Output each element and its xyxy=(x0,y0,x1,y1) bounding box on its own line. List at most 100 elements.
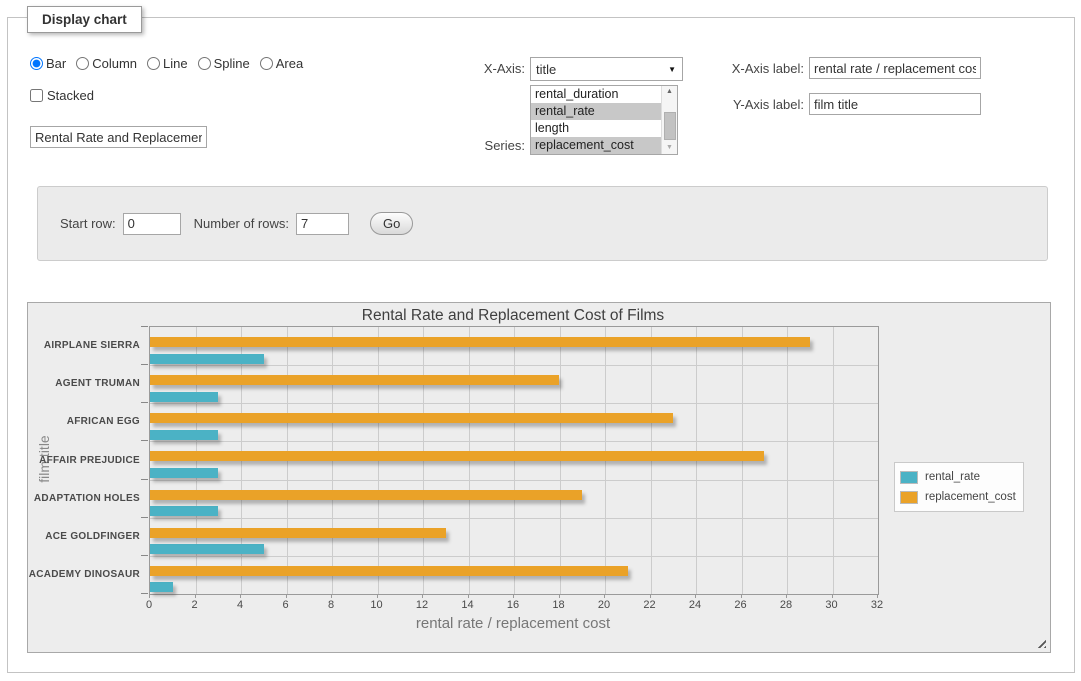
series-option-length[interactable]: length xyxy=(531,120,661,137)
chart-legend: rental_rate replacement_cost xyxy=(894,462,1024,512)
bar-replacement_cost xyxy=(150,566,628,576)
chart-type-label: Area xyxy=(276,56,303,71)
start-row-label: Start row: xyxy=(60,216,116,231)
category-label: AGENT TRUMAN xyxy=(28,378,140,389)
gridline xyxy=(150,403,878,404)
bar-rental_rate xyxy=(150,582,173,592)
plot-area xyxy=(149,326,879,595)
x-tick-label: 2 xyxy=(178,599,212,611)
chart-title-input[interactable] xyxy=(30,126,207,148)
gridline xyxy=(150,480,878,481)
x-tick-mark xyxy=(786,594,787,598)
chart-type-radio-bar[interactable] xyxy=(30,57,43,70)
chart-type-option-area[interactable]: Area xyxy=(260,56,303,71)
gridline xyxy=(150,365,878,366)
x-axis-select[interactable]: title ▼ xyxy=(530,57,683,81)
row-range-controls: Start row: Number of rows: Go xyxy=(60,212,413,235)
x-tick-mark xyxy=(695,594,696,598)
series-options: rental_durationrental_ratelengthreplacem… xyxy=(531,86,661,154)
bar-rental_rate xyxy=(150,354,264,364)
chart-panel: Rental Rate and Replacement Cost of Film… xyxy=(27,302,1051,653)
series-scrollbar[interactable]: ▲ ▼ xyxy=(661,86,677,154)
y-tick-mark xyxy=(141,402,148,403)
fieldset-legend: Display chart xyxy=(27,6,142,33)
stacked-label: Stacked xyxy=(47,88,94,103)
legend-label: rental_rate xyxy=(925,471,980,483)
gridline xyxy=(787,327,788,594)
chart-type-option-line[interactable]: Line xyxy=(147,56,188,71)
series-option-replacement_cost[interactable]: replacement_cost xyxy=(531,137,661,154)
x-tick-label: 16 xyxy=(496,599,530,611)
x-tick-label: 4 xyxy=(223,599,257,611)
category-label: AIRPLANE SIERRA xyxy=(28,340,140,351)
bar-rental_rate xyxy=(150,544,264,554)
bar-rental_rate xyxy=(150,392,218,402)
chart-type-option-spline[interactable]: Spline xyxy=(198,56,250,71)
bar-replacement_cost xyxy=(150,413,673,423)
start-row-input[interactable] xyxy=(123,213,181,235)
x-axis-label-input[interactable] xyxy=(809,57,981,79)
bar-replacement_cost xyxy=(150,528,446,538)
x-tick-mark xyxy=(877,594,878,598)
x-tick-label: 0 xyxy=(132,599,166,611)
y-tick-mark xyxy=(141,555,148,556)
category-label: ACE GOLDFINGER xyxy=(28,531,140,542)
x-tick-label: 32 xyxy=(860,599,894,611)
y-axis-label-label: Y-Axis label: xyxy=(720,97,804,112)
x-tick-label: 20 xyxy=(587,599,621,611)
x-tick-mark xyxy=(195,594,196,598)
x-tick-mark xyxy=(650,594,651,598)
chart-type-radio-column[interactable] xyxy=(76,57,89,70)
x-tick-mark xyxy=(377,594,378,598)
series-select-label: Series: xyxy=(460,138,525,153)
x-tick-label: 10 xyxy=(360,599,394,611)
x-tick-mark xyxy=(513,594,514,598)
x-tick-label: 22 xyxy=(633,599,667,611)
bar-replacement_cost xyxy=(150,337,810,347)
y-axis-label-input[interactable] xyxy=(809,93,981,115)
chart-type-radio-spline[interactable] xyxy=(198,57,211,70)
series-multiselect[interactable]: rental_durationrental_ratelengthreplacem… xyxy=(530,85,678,155)
x-tick-mark xyxy=(149,594,150,598)
y-tick-mark xyxy=(141,326,148,327)
category-label: ADAPTATION HOLES xyxy=(28,493,140,504)
chart-type-label: Line xyxy=(163,56,188,71)
chart-type-radio-group: Bar Column Line Spline Area xyxy=(30,56,303,71)
chart-type-option-bar[interactable]: Bar xyxy=(30,56,66,71)
go-button[interactable]: Go xyxy=(370,212,413,235)
x-tick-label: 18 xyxy=(542,599,576,611)
x-tick-label: 8 xyxy=(314,599,348,611)
bar-rental_rate xyxy=(150,506,218,516)
x-tick-label: 12 xyxy=(405,599,439,611)
x-tick-mark xyxy=(604,594,605,598)
x-tick-mark xyxy=(286,594,287,598)
legend-row: replacement_cost xyxy=(900,487,1016,507)
x-tick-label: 28 xyxy=(769,599,803,611)
scrollbar-thumb[interactable] xyxy=(664,112,676,140)
scroll-up-icon[interactable]: ▲ xyxy=(662,86,677,98)
y-tick-mark xyxy=(141,479,148,480)
chart-type-label: Spline xyxy=(214,56,250,71)
chart-type-radio-area[interactable] xyxy=(260,57,273,70)
y-tick-mark xyxy=(141,517,148,518)
y-tick-mark xyxy=(141,364,148,365)
x-tick-label: 14 xyxy=(451,599,485,611)
bar-replacement_cost xyxy=(150,375,559,385)
legend-swatch xyxy=(900,491,918,504)
scroll-down-icon[interactable]: ▼ xyxy=(662,142,677,154)
gridline xyxy=(150,441,878,442)
bar-replacement_cost xyxy=(150,451,764,461)
resize-handle-icon[interactable] xyxy=(1035,637,1046,648)
stacked-checkbox[interactable] xyxy=(30,89,43,102)
x-axis-selected-value: title xyxy=(536,62,556,77)
chart-type-label: Bar xyxy=(46,56,66,71)
x-tick-mark xyxy=(559,594,560,598)
legend-swatch xyxy=(900,471,918,484)
series-option-rental_rate[interactable]: rental_rate xyxy=(531,103,661,120)
chart-type-radio-line[interactable] xyxy=(147,57,160,70)
chevron-down-icon: ▼ xyxy=(668,65,676,74)
series-option-rental_duration[interactable]: rental_duration xyxy=(531,86,661,103)
category-label: AFFAIR PREJUDICE xyxy=(28,455,140,466)
num-rows-input[interactable] xyxy=(296,213,349,235)
chart-type-option-column[interactable]: Column xyxy=(76,56,137,71)
